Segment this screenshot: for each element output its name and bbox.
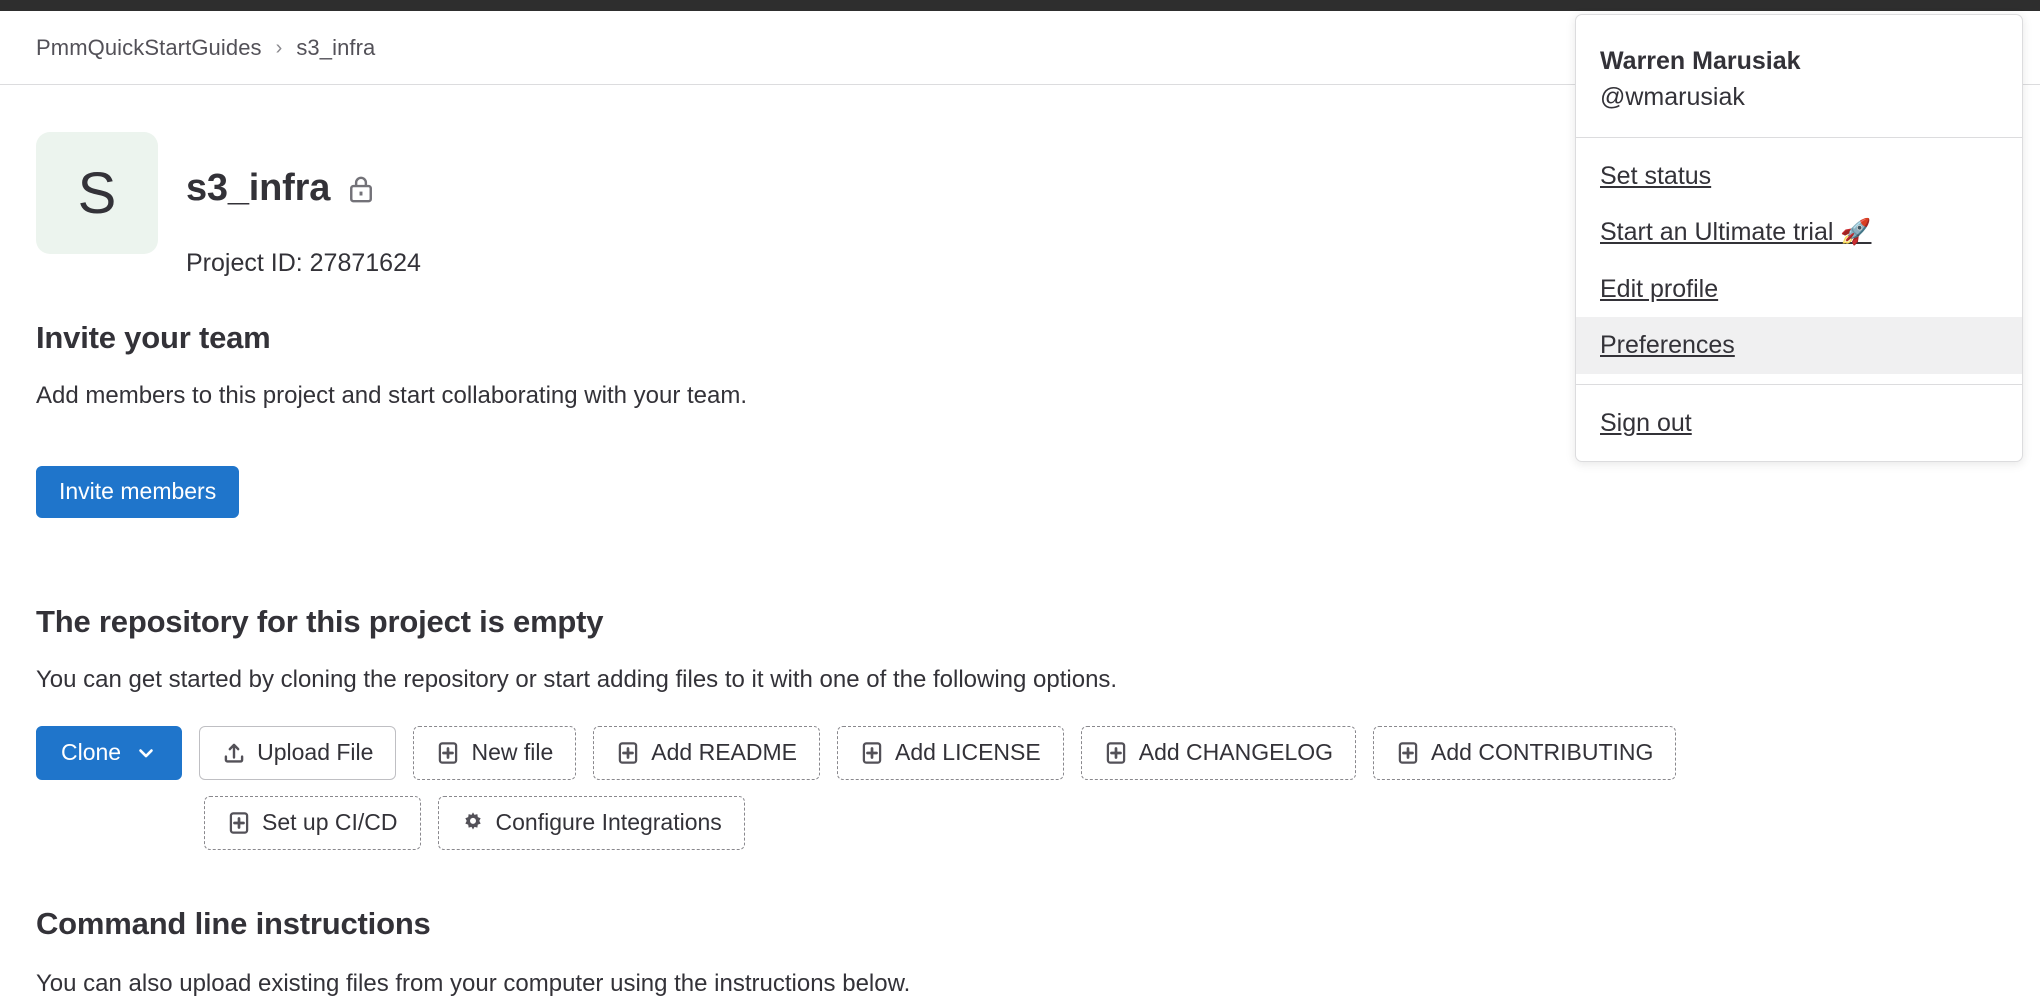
cli-heading: Command line instructions <box>36 905 431 941</box>
command-line-instructions-section: Command line instructions You can also u… <box>36 906 2004 998</box>
configure-integrations-button[interactable]: Configure Integrations <box>437 795 745 850</box>
chevron-down-icon <box>135 742 157 764</box>
new-file-button[interactable]: New file <box>413 725 577 780</box>
repository-action-row: Clone Upload File New file Add README Add LI… <box>36 725 2004 780</box>
menu-item-edit-profile[interactable]: Edit profile <box>1576 261 2022 318</box>
button-label: Configure Integrations <box>495 809 722 836</box>
invite-members-button[interactable]: Invite members <box>36 465 240 518</box>
project-id-label: Project ID: 27871624 <box>186 248 421 277</box>
plus-square-icon <box>616 741 640 765</box>
plus-square-icon <box>860 741 884 765</box>
menu-item-set-status[interactable]: Set status <box>1576 148 2022 205</box>
button-label: Upload File <box>257 739 374 766</box>
empty-repository-section: The repository for this project is empty… <box>36 604 2004 850</box>
user-menu-group: Sign out <box>1576 383 2022 462</box>
button-label: Add LICENSE <box>894 739 1041 766</box>
top-navigation-bar <box>0 0 2040 11</box>
user-menu-handle: @wmarusiak <box>1600 82 1745 111</box>
plus-square-icon <box>436 741 460 765</box>
user-menu-group: Set status Start an Ultimate trial 🚀 Edit … <box>1576 138 2022 384</box>
breadcrumb-separator-icon: › <box>275 36 283 59</box>
user-menu-identity: Warren Marusiak @wmarusiak <box>1576 15 2022 138</box>
plus-square-icon <box>1104 741 1128 765</box>
project-title-row: s3_infra <box>186 144 421 235</box>
add-readme-button[interactable]: Add README <box>593 725 820 780</box>
user-menu-name: Warren Marusiak <box>1600 47 1801 75</box>
breadcrumb-item-project[interactable]: s3_infra <box>296 35 375 61</box>
menu-item-ultimate-trial[interactable]: Start an Ultimate trial 🚀 <box>1576 204 2022 261</box>
breadcrumb-item-group[interactable]: PmmQuickStartGuides <box>36 35 262 61</box>
gear-icon <box>461 811 485 835</box>
add-license-button[interactable]: Add LICENSE <box>836 725 1064 780</box>
project-avatar: S <box>36 132 158 254</box>
project-meta: s3_infra Project ID: 27871624 <box>186 132 421 278</box>
button-label: Set up CI/CD <box>262 809 398 836</box>
clone-button[interactable]: Clone <box>36 725 183 780</box>
repository-action-buttons: Clone Upload File New file Add README Add LI… <box>36 725 2004 850</box>
empty-repo-description: You can get started by cloning the repos… <box>36 665 1118 693</box>
page-title: s3_infra <box>186 167 331 210</box>
add-changelog-button[interactable]: Add CHANGELOG <box>1080 725 1357 780</box>
button-label: Clone <box>61 739 122 766</box>
button-label: Add CHANGELOG <box>1138 739 1334 766</box>
empty-repo-heading: The repository for this project is empty <box>36 603 604 639</box>
user-menu-dropdown: Warren Marusiak @wmarusiak Set status Sta… <box>1575 14 2023 462</box>
lock-icon <box>348 174 374 204</box>
button-label: Add README <box>651 739 797 766</box>
set-up-cicd-button[interactable]: Set up CI/CD <box>204 795 421 850</box>
button-label: New file <box>471 739 554 766</box>
plus-square-icon <box>227 811 251 835</box>
menu-item-sign-out[interactable]: Sign out <box>1576 395 2022 452</box>
plus-square-icon <box>1396 741 1420 765</box>
menu-item-preferences[interactable]: Preferences <box>1576 317 2022 374</box>
add-contributing-button[interactable]: Add CONTRIBUTING <box>1373 725 1677 780</box>
button-label: Add CONTRIBUTING <box>1431 739 1654 766</box>
user-menu-groups: Set status Start an Ultimate trial 🚀 Edit … <box>1576 138 2022 462</box>
cli-description: You can also upload existing files from … <box>36 969 911 997</box>
upload-icon <box>222 741 246 765</box>
repository-action-row: Set up CI/CD Configure Integrations <box>36 795 2004 850</box>
upload-file-button[interactable]: Upload File <box>199 725 397 780</box>
